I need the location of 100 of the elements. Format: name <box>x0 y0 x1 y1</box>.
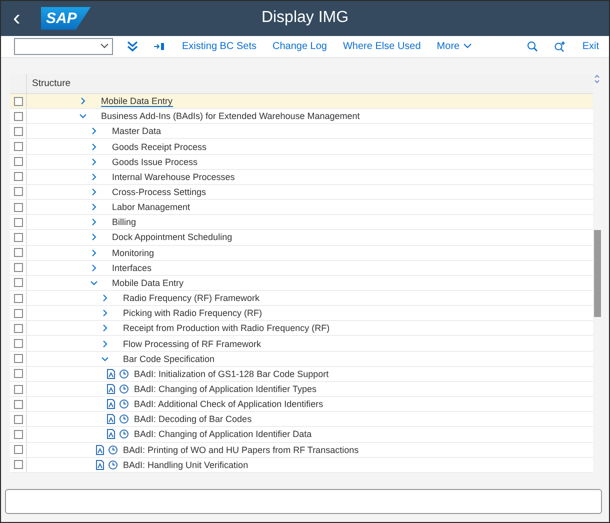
tree-node-label[interactable]: Billing <box>112 217 136 228</box>
tree-node-label[interactable]: Dock Appointment Scheduling <box>112 232 232 242</box>
tree-row[interactable]: Picking with Radio Frequency (RF) <box>10 306 593 322</box>
tree-row[interactable]: Billing <box>10 215 593 230</box>
document-icon[interactable] <box>95 444 105 455</box>
command-field[interactable] <box>5 489 602 514</box>
tree-row[interactable]: Receipt from Production with Radio Frequency (RF) <box>10 321 593 336</box>
tree-node-label[interactable]: BAdI: Handling Unit Verification <box>123 460 248 470</box>
tree-node-label[interactable]: Goods Receipt Process <box>112 142 207 152</box>
tree-node-label[interactable]: Mobile Data Entry <box>112 278 184 288</box>
caret-icon <box>462 43 472 50</box>
tree-node-label[interactable]: Mobile Data Entry <box>101 96 173 107</box>
document-icon[interactable] <box>106 384 116 394</box>
expand-all-button[interactable] <box>125 38 140 54</box>
tree-node-label[interactable]: Interfaces <box>112 262 152 273</box>
tree-node-label[interactable]: BAdI: Decoding of Bar Codes <box>134 414 252 424</box>
tree-node-label[interactable]: BAdI: Printing of WO and HU Papers from RF Transactions <box>123 444 359 455</box>
checkbox[interactable] <box>14 218 22 227</box>
checkbox[interactable] <box>14 187 22 196</box>
tree-row[interactable]: Business Add-Ins (BAdIs) for Extended Warehouse Management <box>10 109 593 124</box>
document-icon[interactable] <box>106 429 116 440</box>
tree-row[interactable]: Goods Receipt Process <box>10 139 593 155</box>
checkbox[interactable] <box>14 430 22 439</box>
checkbox[interactable] <box>14 384 22 394</box>
chevron-down-icon[interactable] <box>79 112 87 120</box>
checkbox[interactable] <box>14 248 22 258</box>
document-icon[interactable] <box>106 414 116 424</box>
clock-icon[interactable] <box>108 444 118 455</box>
checkbox[interactable] <box>14 96 22 106</box>
clock-icon[interactable] <box>119 384 129 394</box>
tree-row[interactable]: Mobile Data Entry <box>10 276 593 291</box>
checkbox[interactable] <box>14 112 22 121</box>
document-icon[interactable] <box>106 368 116 379</box>
checkbox[interactable] <box>14 369 22 378</box>
tree-node-label[interactable]: BAdI: Changing of Application Identifier Data <box>134 429 312 440</box>
tree-row[interactable]: Radio Frequency (RF) Framework <box>10 291 593 306</box>
toolbar-button[interactable]: Existing BC Sets <box>180 38 258 54</box>
checkbox[interactable] <box>14 308 22 318</box>
checkbox[interactable] <box>14 202 22 212</box>
tree-row[interactable]: BAdI: Handling Unit Verification <box>10 458 593 473</box>
tree-node-label[interactable]: Monitoring <box>112 248 154 258</box>
caret-icon <box>100 43 109 50</box>
scroll-arrows-icon[interactable] <box>594 74 600 84</box>
tree-row[interactable]: Internal Warehouse Processes <box>10 170 593 185</box>
checkbox[interactable] <box>14 400 22 409</box>
checkbox[interactable] <box>14 278 22 288</box>
tree-node-label[interactable]: BAdI: Additional Check of Application Identifiers <box>134 399 324 410</box>
tree-node-label[interactable]: Cross-Process Settings <box>112 186 206 197</box>
clock-icon[interactable] <box>108 460 118 470</box>
tree-row[interactable]: Interfaces <box>10 260 593 276</box>
dropdown-field[interactable] <box>14 38 113 55</box>
chevron-down-icon[interactable] <box>101 354 109 363</box>
clock-icon[interactable] <box>119 368 129 379</box>
checkbox[interactable] <box>14 460 22 470</box>
tree-node-label[interactable]: Receipt from Production with Radio Frequency (RF) <box>123 323 330 334</box>
tree-node-label[interactable]: Internal Warehouse Processes <box>112 172 235 182</box>
tree-row[interactable]: Master Data <box>10 124 593 140</box>
tree-node-label[interactable]: Goods Issue Process <box>112 156 198 167</box>
tree-row[interactable]: Goods Issue Process <box>10 154 593 170</box>
tree-node-label[interactable]: Flow Processing of RF Framework <box>123 338 262 349</box>
checkbox[interactable] <box>14 414 22 424</box>
document-icon[interactable] <box>106 399 116 410</box>
document-icon[interactable] <box>95 460 105 470</box>
tree-node-label[interactable]: BAdI: Initialization of GS1-128 Bar Code Support <box>134 368 329 379</box>
chevron-down-icon[interactable] <box>90 278 98 287</box>
checkbox[interactable] <box>14 445 22 454</box>
tree-node-label[interactable]: Picking with Radio Frequency (RF) <box>123 308 262 318</box>
checkbox[interactable] <box>14 232 22 242</box>
checkbox[interactable] <box>14 354 22 364</box>
tree-node-label[interactable]: Radio Frequency (RF) Framework <box>123 293 260 304</box>
checkbox[interactable] <box>14 263 22 272</box>
tree-row[interactable]: Cross-Process Settings <box>10 184 593 200</box>
tree-node-label[interactable]: Bar Code Specification <box>123 354 215 364</box>
checkbox[interactable] <box>14 142 22 152</box>
toolbar-button[interactable]: Change Log <box>270 38 329 54</box>
tree-row[interactable]: Labor Management <box>10 200 593 216</box>
tree-row[interactable]: BAdI: Initialization of GS1-128 Bar Code Support <box>10 366 593 382</box>
back-button[interactable]: ‹ <box>13 7 29 30</box>
checkbox[interactable] <box>14 157 22 166</box>
checkbox[interactable] <box>14 172 22 182</box>
clock-icon[interactable] <box>119 414 129 424</box>
tree-node-label[interactable]: Business Add-Ins (BAdIs) for Extended Warehouse Management <box>101 111 360 122</box>
clock-icon[interactable] <box>119 399 129 410</box>
tree-row[interactable]: Mobile Data Entry <box>10 94 593 110</box>
tree-row[interactable]: Monitoring <box>10 246 593 261</box>
tree-node-label[interactable]: Labor Management <box>112 202 190 212</box>
tree-node-label[interactable]: Master Data <box>112 126 162 136</box>
toolbar-button[interactable]: Where Else Used <box>340 38 423 54</box>
checkbox[interactable] <box>14 339 22 348</box>
tree-row[interactable]: Flow Processing of RF Framework <box>10 336 593 352</box>
scroll-thumb[interactable] <box>594 230 600 317</box>
checkbox[interactable] <box>14 126 22 136</box>
checkbox[interactable] <box>14 324 22 333</box>
more-menu-button[interactable]: More <box>434 38 474 54</box>
tree-node-label[interactable]: BAdI: Changing of Application Identifier Types <box>134 384 316 394</box>
chevron-right-icon[interactable] <box>79 97 87 106</box>
tree-row[interactable]: Dock Appointment Scheduling <box>10 230 593 246</box>
checkbox[interactable] <box>14 294 22 303</box>
clock-icon[interactable] <box>119 429 129 440</box>
toolbar-button[interactable]: Exit <box>580 38 601 54</box>
